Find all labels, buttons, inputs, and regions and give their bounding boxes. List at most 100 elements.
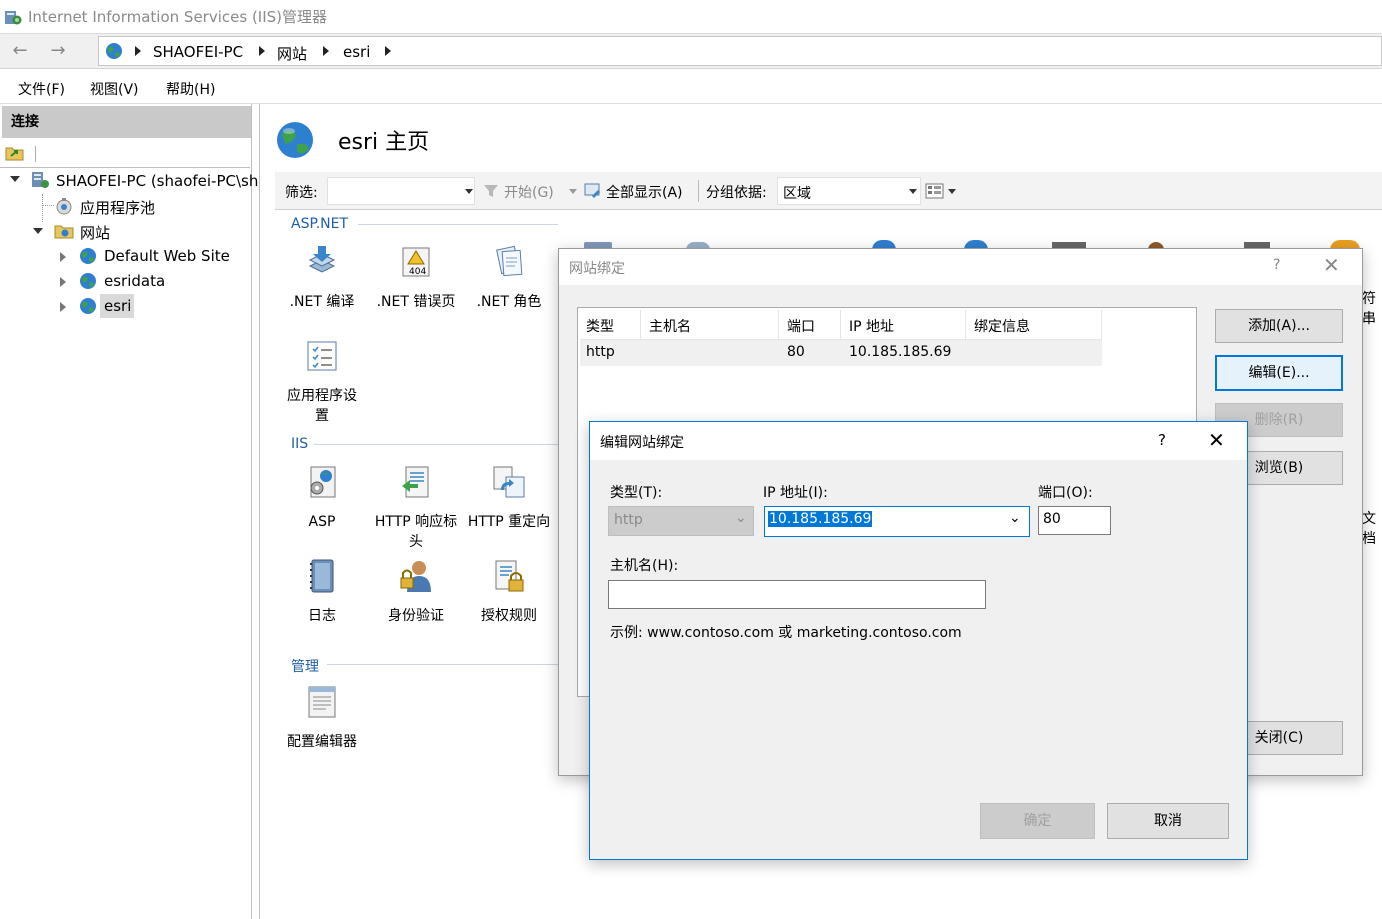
type-select[interactable]: http ⌄ — [608, 506, 754, 536]
show-all-button[interactable]: 全部显示(A) — [606, 182, 683, 202]
tree-app-pools[interactable]: 应用程序池 — [80, 197, 155, 218]
feature-label: ASP — [308, 514, 336, 530]
connections-panel: 连接 SHAOFEI-PC (shaofei-PC\sh 应用程序池 网站 De… — [0, 104, 258, 919]
dialog-title-bar: 编辑网站绑定 ? ✕ — [590, 422, 1247, 460]
close-icon[interactable]: ✕ — [1323, 253, 1340, 277]
feature-net-compile[interactable]: .NET 编译 — [276, 244, 368, 312]
menu-file[interactable]: 文件(F) — [18, 79, 65, 99]
group-by-select[interactable]: 区域 — [777, 177, 921, 205]
feature-authorization-rules[interactable]: 授权规则 — [463, 558, 555, 626]
feature-label: HTTP 重定向 — [467, 514, 551, 530]
feature-http-headers[interactable]: HTTP 响应标 头 — [370, 464, 462, 552]
funnel-icon — [484, 185, 498, 197]
cancel-button[interactable]: 取消 — [1107, 803, 1229, 839]
authentication-icon — [400, 561, 431, 592]
tree-site-esridata[interactable]: esridata — [104, 272, 165, 290]
app-pool-icon — [56, 198, 72, 215]
tree-sites[interactable]: 网站 — [80, 222, 110, 243]
tree-site-esri[interactable]: esri — [104, 297, 131, 315]
port-label: 端口(O): — [1038, 485, 1093, 501]
menu-help[interactable]: 帮助(H) — [166, 79, 215, 99]
feature-label: .NET 编译 — [289, 294, 355, 310]
ok-button[interactable]: 确定 — [980, 803, 1095, 839]
connect-folder-icon[interactable] — [5, 144, 25, 162]
view-mode-icon[interactable] — [925, 182, 945, 200]
section-aspnet: ASP.NET — [291, 216, 349, 232]
toolbar-divider — [35, 146, 36, 162]
add-binding-button[interactable]: 添加(A)... — [1215, 309, 1343, 343]
tree-server-node[interactable]: SHAOFEI-PC (shaofei-PC\sh — [56, 172, 258, 190]
help-icon[interactable]: ? — [1273, 257, 1280, 273]
redirect-icon — [493, 466, 525, 498]
column-header-port[interactable]: 端口 — [787, 316, 815, 336]
tree-site-default[interactable]: Default Web Site — [104, 247, 230, 265]
breadcrumb-esri[interactable]: esri — [343, 43, 370, 61]
section-divider — [327, 664, 558, 665]
breadcrumb-server[interactable]: SHAOFEI-PC — [153, 43, 243, 61]
feature-logging[interactable]: 日志 — [276, 558, 368, 626]
section-iis: IIS — [291, 436, 309, 452]
app-settings-icon — [307, 341, 337, 371]
start-dropdown-icon[interactable] — [569, 189, 577, 194]
feature-net-roles[interactable]: .NET 角色 — [463, 244, 555, 312]
feature-net-error-pages[interactable]: 404 .NET 错误页 — [370, 244, 462, 312]
iis-app-icon — [5, 11, 22, 25]
host-name-input[interactable] — [608, 580, 986, 609]
feature-label: .NET 错误页 — [376, 294, 456, 310]
type-value: http — [614, 512, 643, 528]
column-header-type[interactable]: 类型 — [586, 316, 614, 336]
collapse-chevron-icon[interactable] — [60, 277, 66, 287]
collapse-chevron-icon[interactable] — [60, 302, 66, 312]
filter-dropdown-icon[interactable] — [465, 189, 473, 194]
expand-chevron-icon[interactable] — [10, 176, 20, 182]
feature-asp[interactable]: ASP — [276, 464, 368, 532]
feature-http-redirect[interactable]: HTTP 重定向 — [463, 464, 555, 532]
expand-chevron-icon[interactable] — [33, 228, 43, 234]
column-header-info[interactable]: 绑定信息 — [974, 316, 1030, 336]
feature-app-settings[interactable]: 应用程序设 置 — [276, 338, 368, 426]
window-title-bar: Internet Information Services (IIS)管理器 — [0, 0, 1382, 34]
address-bar[interactable]: SHAOFEI-PC 网站 esri — [98, 36, 1382, 66]
sites-folder-icon — [54, 225, 74, 239]
feature-label: 身份验证 — [388, 608, 444, 624]
ip-label: IP 地址(I): — [763, 485, 828, 501]
filter-input[interactable] — [327, 177, 475, 205]
forward-arrow-icon[interactable]: → — [42, 38, 74, 64]
close-icon[interactable]: ✕ — [1208, 428, 1225, 452]
host-label: 主机名(H): — [610, 558, 679, 574]
column-header-ip[interactable]: IP 地址 — [849, 316, 894, 336]
feature-label: 配置编辑器 — [287, 734, 357, 750]
globe-icon — [80, 273, 96, 289]
navigation-bar: ← → SHAOFEI-PC 网站 esri — [0, 33, 1382, 69]
edit-binding-button[interactable]: 编辑(E)... — [1215, 355, 1343, 391]
section-divider — [314, 444, 558, 445]
menu-bar: 文件(F) 视图(V) 帮助(H) — [0, 70, 1382, 104]
port-input[interactable]: 80 — [1038, 506, 1111, 535]
back-arrow-icon[interactable]: ← — [4, 38, 36, 64]
feature-label: 置 — [315, 408, 329, 424]
start-filter-button[interactable]: 开始(G) — [504, 182, 554, 202]
partial-feature-label: 文档 — [1362, 511, 1376, 547]
log-book-icon — [310, 559, 334, 593]
globe-icon — [106, 43, 122, 59]
tree-line — [42, 194, 43, 222]
http-headers-icon — [402, 466, 429, 498]
dialog-title: 网站绑定 — [569, 261, 625, 277]
column-header-host[interactable]: 主机名 — [649, 316, 691, 336]
server-icon — [32, 172, 49, 188]
chevron-down-icon: ⌄ — [735, 510, 747, 526]
globe-icon — [80, 298, 96, 314]
collapse-chevron-icon[interactable] — [60, 252, 66, 262]
menu-view[interactable]: 视图(V) — [90, 79, 139, 99]
connections-header: 连接 — [2, 106, 251, 138]
feature-label: .NET 角色 — [476, 294, 542, 310]
ip-address-select[interactable]: 10.185.185.69 ⌄ — [764, 506, 1030, 537]
filter-bar: 筛选: 开始(G) 全部显示(A) 分组依据: 区域 — [275, 172, 1382, 210]
feature-authentication[interactable]: 身份验证 — [370, 558, 462, 626]
help-icon[interactable]: ? — [1158, 431, 1166, 449]
breadcrumb-sites[interactable]: 网站 — [277, 43, 307, 64]
asp-icon — [310, 466, 336, 498]
table-row[interactable]: http 80 10.185.185.69 — [580, 340, 1102, 366]
view-dropdown-icon[interactable] — [948, 189, 956, 194]
feature-config-editor[interactable]: 配置编辑器 — [276, 684, 368, 752]
